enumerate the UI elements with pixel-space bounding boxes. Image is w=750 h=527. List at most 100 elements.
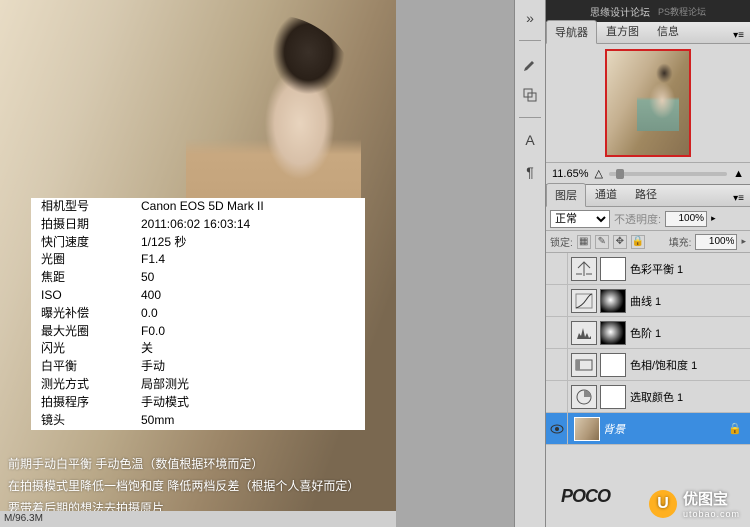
exif-value: 400 (141, 287, 161, 305)
navigator-tabs: 导航器 直方图 信息 ▾≡ (546, 22, 750, 44)
exif-value: 局部测光 (141, 376, 189, 394)
navigator-thumbnail[interactable] (605, 49, 691, 157)
exif-value: 1/125 秒 (141, 234, 186, 252)
tab-layers[interactable]: 图层 (546, 183, 586, 207)
exif-info-panel: 相机型号Canon EOS 5D Mark II拍摄日期2011:06:02 1… (31, 198, 365, 430)
exif-row: 闪光关 (31, 340, 365, 358)
exif-row: ISO400 (31, 287, 365, 305)
layer-mask-thumbnail (600, 353, 626, 377)
zoom-slider-thumb[interactable] (616, 169, 624, 179)
layer-row[interactable]: 色彩平衡 1 (546, 253, 750, 285)
lock-all-icon[interactable]: 🔒 (631, 235, 645, 249)
exif-value: F1.4 (141, 251, 165, 269)
exif-row: 拍摄日期2011:06:02 16:03:14 (31, 216, 365, 234)
utobao-name: 优图宝 (683, 491, 728, 508)
visibility-toggle[interactable] (546, 317, 568, 349)
brush-presets-icon[interactable] (518, 51, 542, 75)
tool-options-strip: » A ¶ (514, 0, 546, 527)
lock-label: 锁定: (550, 234, 573, 249)
layer-name: 色彩平衡 1 (630, 261, 746, 277)
navigator-panel: 导航器 直方图 信息 ▾≡ 11.65% △ ▲ (546, 22, 750, 185)
zoom-slider[interactable] (609, 172, 727, 176)
exif-value: 手动模式 (141, 394, 189, 412)
tab-info[interactable]: 信息 (648, 19, 688, 43)
navigator-zoom-row: 11.65% △ ▲ (546, 162, 750, 184)
tab-histogram[interactable]: 直方图 (597, 19, 648, 43)
exif-label: 拍摄日期 (41, 216, 141, 234)
panel-menu-icon[interactable]: ▾≡ (727, 28, 750, 43)
document-status-bar: M/96.3M (0, 511, 396, 527)
exif-row: 相机型号Canon EOS 5D Mark II (31, 198, 365, 216)
document-canvas[interactable]: 相机型号Canon EOS 5D Mark II拍摄日期2011:06:02 1… (0, 0, 396, 527)
exif-label: 测光方式 (41, 376, 141, 394)
exif-value: 50mm (141, 412, 174, 430)
exif-row: 镜头50mm (31, 412, 365, 430)
layer-name: 色相/饱和度 1 (630, 357, 746, 373)
lock-transparency-icon[interactable]: ▦ (577, 235, 591, 249)
exif-label: ISO (41, 287, 141, 305)
panel-menu-icon[interactable]: ▾≡ (727, 191, 750, 206)
exif-label: 曝光补偿 (41, 305, 141, 323)
layer-row[interactable]: 选取颜色 1 (546, 381, 750, 413)
fill-arrow-icon[interactable]: ▸ (741, 236, 746, 247)
layer-mask-thumbnail (600, 321, 626, 345)
lock-pixels-icon[interactable]: ✎ (595, 235, 609, 249)
layer-mask-thumbnail (600, 257, 626, 281)
exif-label: 焦距 (41, 269, 141, 287)
divider (519, 40, 541, 41)
nav-thumb-subject (637, 63, 679, 131)
exif-value: 2011:06:02 16:03:14 (141, 216, 250, 234)
tab-paths[interactable]: 路径 (626, 182, 666, 206)
utobao-logo-icon: U (649, 490, 677, 518)
layer-controls-row: 正常 不透明度: ▸ (546, 207, 750, 231)
collapse-icon[interactable]: » (518, 6, 542, 30)
layer-row[interactable]: 曲线 1 (546, 285, 750, 317)
zoom-in-icon[interactable]: ▲ (733, 168, 744, 180)
visibility-toggle[interactable] (546, 349, 568, 381)
layer-mask-thumbnail (600, 289, 626, 313)
adjustment-icon (571, 257, 597, 281)
character-panel-icon[interactable]: A (518, 128, 542, 152)
exif-label: 白平衡 (41, 358, 141, 376)
lock-icon: 🔒 (728, 422, 742, 435)
layer-row[interactable]: 色阶 1 (546, 317, 750, 349)
exif-label: 光圈 (41, 251, 141, 269)
note-line: 在拍摄模式里降低一档饱和度 降低两档反差（根据个人喜好而定） (8, 475, 359, 497)
exif-value: 50 (141, 269, 154, 287)
tab-channels[interactable]: 通道 (586, 182, 626, 206)
blend-mode-select[interactable]: 正常 (550, 210, 610, 228)
layer-name: 曲线 1 (630, 293, 746, 309)
visibility-toggle[interactable] (546, 253, 568, 285)
utobao-sub: utobao.com (683, 509, 740, 519)
zoom-value: 11.65% (552, 168, 589, 180)
exif-value: 手动 (141, 358, 165, 376)
exif-value: Canon EOS 5D Mark II (141, 198, 264, 216)
clone-source-icon[interactable] (518, 83, 542, 107)
navigator-preview[interactable] (546, 44, 750, 162)
exif-row: 焦距50 (31, 269, 365, 287)
opacity-input[interactable] (665, 211, 707, 227)
exif-label: 快门速度 (41, 234, 141, 252)
exif-label: 最大光圈 (41, 323, 141, 341)
divider (519, 117, 541, 118)
exif-value: 关 (141, 340, 153, 358)
watermark-right: PS教程论坛 (658, 5, 706, 18)
fill-input[interactable] (695, 234, 737, 250)
exif-label: 相机型号 (41, 198, 141, 216)
layers-tabs: 图层 通道 路径 ▾≡ (546, 185, 750, 207)
zoom-out-icon[interactable]: △ (595, 167, 603, 180)
layer-row[interactable]: 色相/饱和度 1 (546, 349, 750, 381)
lock-position-icon[interactable]: ✥ (613, 235, 627, 249)
watermark-left: 思缘设计论坛 (590, 4, 650, 19)
visibility-toggle[interactable] (546, 285, 568, 317)
layer-row[interactable]: 背景🔒 (546, 413, 750, 445)
exif-value: F0.0 (141, 323, 165, 341)
tab-navigator[interactable]: 导航器 (546, 20, 597, 44)
layer-name: 背景 (603, 421, 728, 437)
paragraph-panel-icon[interactable]: ¶ (518, 160, 542, 184)
opacity-label: 不透明度: (614, 211, 661, 227)
visibility-toggle[interactable] (546, 413, 568, 445)
fill-label: 填充: (669, 234, 692, 249)
opacity-arrow-icon[interactable]: ▸ (711, 213, 716, 224)
visibility-toggle[interactable] (546, 381, 568, 413)
